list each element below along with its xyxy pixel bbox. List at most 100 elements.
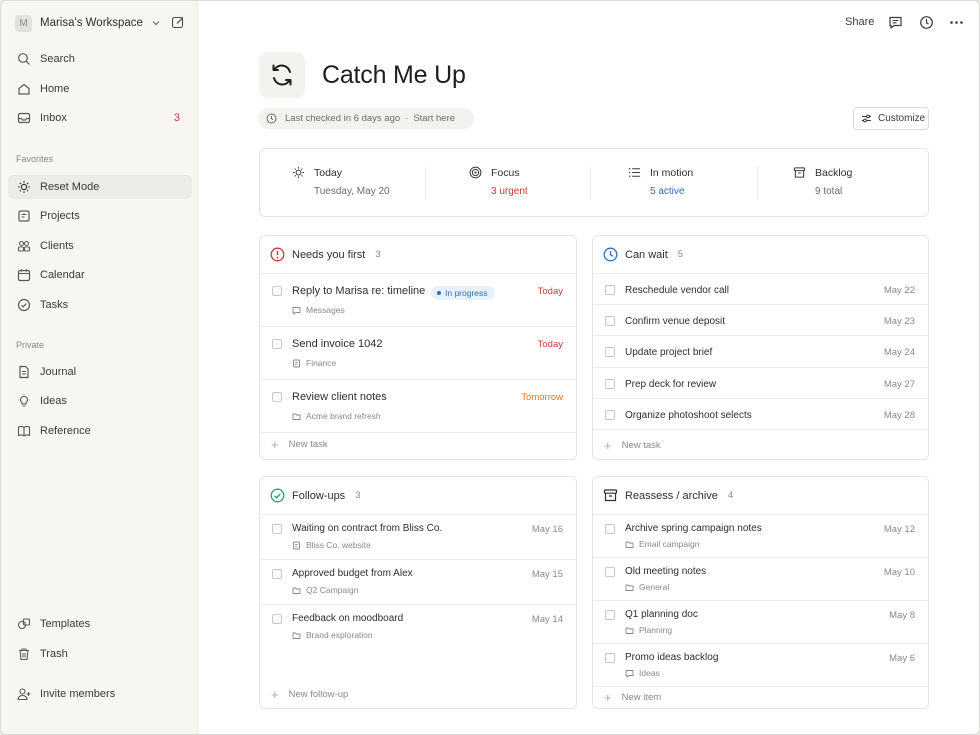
task-checkbox[interactable] — [272, 614, 282, 624]
task-context-label: Email campaign — [639, 539, 700, 549]
task-due: Today — [537, 339, 563, 350]
task-checkbox[interactable] — [605, 347, 615, 357]
follow-ups-card: Follow-ups 3 Waiting on contract from Bl… — [259, 476, 577, 709]
more-options-icon[interactable] — [949, 15, 964, 30]
task-checkbox[interactable] — [605, 410, 615, 420]
task-checkbox[interactable] — [272, 286, 282, 296]
inbox-count-badge: 3 — [173, 112, 180, 124]
task-due: May 8 — [889, 610, 915, 621]
task-row[interactable]: Organize photoshoot selects May 28 — [593, 399, 928, 430]
needs-first-card: Needs you first 3 Reply to Marisa re: ti… — [259, 235, 577, 460]
check-circle-icon — [270, 488, 285, 503]
document-icon — [293, 359, 300, 367]
document-icon — [19, 365, 29, 379]
sidebar-item-label: Ideas — [40, 395, 67, 407]
sidebar-item-label: Tasks — [40, 299, 69, 311]
message-icon — [292, 306, 301, 315]
task-row[interactable]: Update project brief May 24 — [593, 336, 928, 368]
templates-icon — [17, 618, 31, 630]
stat-value: 9 total — [815, 186, 843, 197]
task-context-label: Messages — [306, 305, 345, 315]
task-row[interactable]: Review client notes Acme brand refresh T… — [260, 380, 576, 433]
sidebar-item-search[interactable]: Search — [8, 47, 192, 71]
task-row[interactable]: Prep deck for review May 27 — [593, 368, 928, 399]
sidebar-item-ideas[interactable]: Ideas — [8, 389, 192, 413]
new-task-button[interactable]: + New task — [271, 438, 328, 451]
task-checkbox[interactable] — [272, 392, 282, 402]
task-row[interactable]: Feedback on moodboard Brand exploration … — [260, 605, 576, 650]
new-follow-up-button[interactable]: + New follow-up — [271, 688, 348, 701]
task-context: General — [625, 582, 669, 592]
clock-icon — [603, 247, 618, 262]
sidebar-item-journal[interactable]: Journal — [8, 360, 192, 384]
sidebar-item-reference[interactable]: Reference — [8, 419, 192, 443]
workspace-name: Marisa's Workspace — [40, 17, 143, 29]
task-checkbox[interactable] — [272, 524, 282, 534]
alert-icon — [270, 247, 285, 262]
folder-icon — [625, 584, 634, 591]
check-circle-icon — [17, 298, 31, 312]
sidebar-item-invite-members[interactable]: Invite members — [8, 682, 192, 706]
separator-dot: · — [405, 113, 409, 124]
task-title: Feedback on moodboard — [292, 613, 404, 624]
reassess-archive-card: Reassess / archive 4 Archive spring camp… — [592, 476, 929, 709]
task-row[interactable]: Q1 planning doc Planning May 8 — [593, 601, 928, 644]
task-row[interactable]: Old meeting notes General May 10 — [593, 558, 928, 601]
workspace-switcher[interactable]: M Marisa's Workspace — [15, 13, 185, 33]
task-checkbox[interactable] — [605, 524, 615, 534]
start-here-link[interactable]: Start here — [413, 113, 455, 124]
document-icon — [293, 541, 300, 549]
favorites-section-label: Favorites — [16, 154, 54, 164]
task-due: May 12 — [883, 524, 915, 535]
last-checked-pill[interactable]: Last checked in 6 days ago · Start here — [258, 108, 474, 129]
task-title: Confirm venue deposit — [625, 316, 726, 327]
task-checkbox[interactable] — [605, 379, 615, 389]
task-checkbox[interactable] — [605, 610, 615, 620]
sidebar-item-projects[interactable]: Projects — [8, 204, 192, 228]
task-row[interactable]: Reply to Marisa re: timeline In progress… — [260, 274, 576, 327]
task-title: Promo ideas backlog — [625, 652, 719, 663]
sidebar-item-inbox[interactable]: Inbox 3 — [8, 106, 192, 130]
new-task-button[interactable]: + New task — [604, 439, 661, 452]
task-checkbox[interactable] — [272, 569, 282, 579]
task-checkbox[interactable] — [272, 339, 282, 349]
task-context-label: Brand exploration — [306, 630, 373, 640]
task-context: Planning — [625, 625, 672, 635]
workspace-avatar: M — [15, 14, 32, 32]
task-due: May 28 — [883, 410, 915, 421]
task-title: Approved budget from Alex — [292, 568, 413, 579]
task-context: Brand exploration — [292, 630, 373, 640]
share-button[interactable]: Share — [845, 16, 874, 28]
page-icon[interactable] — [259, 52, 305, 98]
task-context-label: Planning — [639, 625, 673, 635]
task-row[interactable]: Archive spring campaign notes Email camp… — [593, 515, 928, 558]
new-item-button[interactable]: + New item — [604, 691, 661, 704]
calendar-icon — [17, 269, 31, 282]
task-checkbox[interactable] — [605, 316, 615, 326]
task-row[interactable]: Send invoice 1042 Finance Today — [260, 327, 576, 380]
card-count: 4 — [727, 490, 734, 501]
sidebar-item-tasks[interactable]: Tasks — [8, 293, 192, 317]
task-context: Bliss Co. website — [292, 540, 371, 550]
task-row[interactable]: Confirm venue deposit May 23 — [593, 305, 928, 336]
sidebar-item-home[interactable]: Home — [8, 77, 192, 101]
sidebar-item-clients[interactable]: Clients — [8, 234, 192, 258]
history-icon[interactable] — [919, 15, 934, 30]
task-checkbox[interactable] — [605, 567, 615, 577]
compose-icon[interactable] — [171, 15, 185, 29]
task-checkbox[interactable] — [605, 653, 615, 663]
sidebar-item-calendar[interactable]: Calendar — [8, 263, 192, 287]
sidebar-item-trash[interactable]: Trash — [8, 642, 192, 666]
task-checkbox[interactable] — [605, 285, 615, 295]
task-row[interactable]: Approved budget from Alex Q2 Campaign Ma… — [260, 560, 576, 605]
sidebar-item-label: Inbox — [40, 112, 67, 124]
task-row[interactable]: Promo ideas backlog Ideas May 6 — [593, 644, 928, 687]
task-due: Today — [537, 286, 563, 297]
task-row[interactable]: Reschedule vendor call May 22 — [593, 274, 928, 305]
customize-button[interactable]: Customize — [853, 107, 929, 130]
sidebar-item-templates[interactable]: Templates — [8, 612, 192, 636]
task-row[interactable]: Waiting on contract from Bliss Co. Bliss… — [260, 515, 576, 560]
sidebar-item-reset-mode[interactable]: Reset Mode — [8, 175, 192, 199]
comment-icon[interactable] — [888, 15, 903, 30]
book-icon — [17, 425, 31, 437]
